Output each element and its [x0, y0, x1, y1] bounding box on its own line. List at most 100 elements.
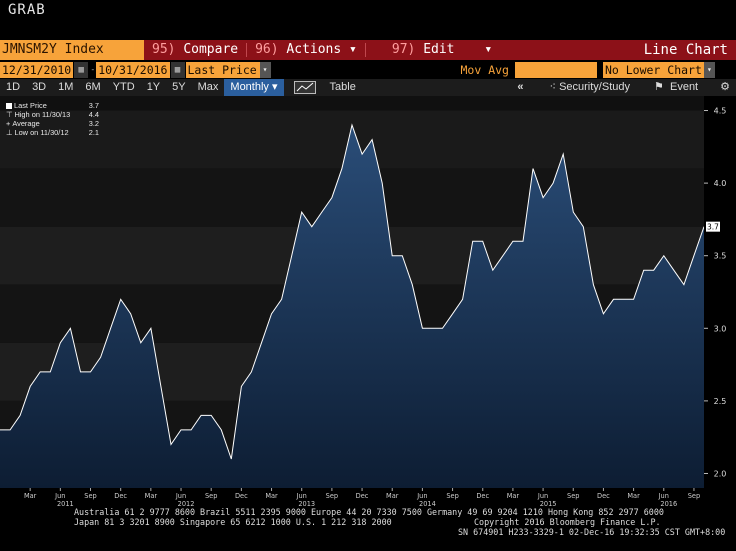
- price-chart[interactable]: 2.0 2.5 3.0 3.5 4.0 4.5 3.7 Mar Jun Sep Dec Mar Jun S…: [0, 96, 736, 508]
- high-marker-icon: ⊤: [6, 110, 13, 119]
- period-button-6m[interactable]: 6M: [79, 79, 106, 96]
- caret-down-icon: ▾: [349, 42, 357, 57]
- price-field-select[interactable]: Last Price: [185, 61, 260, 78]
- x-tick-label: Sep: [205, 492, 217, 500]
- command-toolbar: JMNSM2Y Index 95) Compare 96) Actions ▾ …: [0, 40, 736, 60]
- frequency-select[interactable]: Monthly ▾: [224, 79, 284, 96]
- x-tick-label: Mar: [24, 492, 37, 500]
- gear-icon[interactable]: ⚙: [714, 79, 736, 96]
- compare-label: Compare: [183, 42, 239, 57]
- period-button-max[interactable]: Max: [192, 79, 225, 96]
- x-tick-label: Dec: [235, 492, 248, 500]
- x-tick-label: Sep: [446, 492, 458, 500]
- app-title: GRAB: [8, 2, 46, 18]
- calendar-icon[interactable]: ▦: [170, 61, 185, 78]
- caret-down-icon: ▾: [272, 81, 278, 93]
- legend-low-label: Low on 11/30/12: [14, 128, 69, 137]
- chart-legend: Last Price 3.7 ⊤ High on 11/30/13 4.4 + Aver…: [6, 101, 99, 141]
- period-button-ytd[interactable]: YTD: [107, 79, 141, 96]
- period-button-1m[interactable]: 1M: [52, 79, 79, 96]
- x-tick-label: Mar: [265, 492, 278, 500]
- average-marker-icon: +: [6, 119, 11, 128]
- period-bar: 1D 3D 1M 6M YTD 1Y 5Y Max Monthly ▾ Table « ⁖ S…: [0, 79, 736, 96]
- compare-button[interactable]: 95) Compare: [144, 40, 246, 60]
- x-tick-label: Sep: [688, 492, 700, 500]
- caret-down-icon: ▾: [484, 42, 493, 57]
- table-button[interactable]: Table: [324, 79, 362, 96]
- actions-button[interactable]: 96) Actions ▾: [247, 40, 365, 60]
- end-date-field[interactable]: 10/31/2016: [96, 61, 170, 78]
- back-icon[interactable]: «: [497, 79, 543, 96]
- dots-icon: ⁖: [549, 81, 556, 93]
- edit-label: Edit: [423, 42, 455, 57]
- start-date-field[interactable]: 12/31/2010: [0, 61, 74, 78]
- mov-avg-input[interactable]: [514, 61, 597, 78]
- line-chart-icon[interactable]: [293, 81, 316, 94]
- x-tick-label: Mar: [386, 492, 399, 500]
- x-tick-label: Sep: [84, 492, 96, 500]
- mov-avg-label[interactable]: Mov Avg: [461, 63, 509, 77]
- frequency-label: Monthly: [230, 81, 269, 93]
- x-tick-label: Dec: [114, 492, 127, 500]
- y-tick-label: 4.0: [714, 179, 727, 188]
- y-tick-label: 3.0: [714, 324, 727, 333]
- compare-num: 95): [152, 42, 176, 57]
- security-study-label: Security/Study: [559, 81, 630, 93]
- actions-label: Actions: [286, 42, 342, 57]
- legend-last-value: 3.7: [88, 101, 99, 110]
- x-tick-label: Jun: [175, 492, 186, 500]
- footer-contacts-line-2: Japan 81 3 3201 8900 Singapore 65 6212 1…: [74, 517, 392, 527]
- period-button-3d[interactable]: 3D: [26, 79, 52, 96]
- flag-icon: ⚑: [653, 81, 664, 93]
- calendar-icon[interactable]: ▦: [74, 61, 89, 78]
- actions-num: 96): [255, 42, 279, 57]
- security-study-button[interactable]: ⁖ Security/Study: [544, 79, 636, 96]
- footer-contacts-line: Australia 61 2 9777 8600 Brazil 5511 239…: [74, 507, 664, 517]
- x-tick-label: Mar: [145, 492, 158, 500]
- y-axis-panel: [704, 96, 736, 508]
- legend-avg-label: Average: [12, 119, 40, 128]
- last-value-label: 3.7: [707, 223, 719, 232]
- x-tick-label: Mar: [507, 492, 520, 500]
- view-title: Line Chart: [643, 42, 728, 58]
- x-tick-label: Mar: [627, 492, 640, 500]
- x-tick-label: Sep: [567, 492, 579, 500]
- y-tick-label: 2.5: [714, 397, 727, 406]
- grid-band: [0, 96, 704, 111]
- x-tick-label: Jun: [658, 492, 669, 500]
- footer-copyright: Copyright 2016 Bloomberg Finance L.P.: [474, 517, 661, 527]
- event-label: Event: [669, 81, 699, 93]
- x-tick-label: Dec: [476, 492, 489, 500]
- low-marker-icon: ⊥: [6, 128, 13, 137]
- edit-num: 97): [391, 42, 416, 57]
- footer-session-info: SN 674901 H233-3329-1 02-Dec-16 19:32:35…: [458, 527, 726, 537]
- x-tick-label: Jun: [296, 492, 307, 500]
- y-tick-label: 2.0: [714, 469, 727, 478]
- x-tick-label: Jun: [537, 492, 548, 500]
- event-button[interactable]: ⚑ Event: [648, 79, 704, 96]
- edit-button[interactable]: 97) Edit ▾: [366, 40, 500, 60]
- legend-low-value: 2.1: [88, 128, 99, 137]
- period-button-1d[interactable]: 1D: [0, 79, 26, 96]
- date-bar: 12/31/2010 ▦ - 10/31/2016 ▦ Last Price ▾…: [0, 61, 736, 78]
- x-tick-label: Dec: [597, 492, 610, 500]
- x-tick-label: Dec: [356, 492, 369, 500]
- legend-last-label: Last Price: [14, 101, 47, 110]
- x-tick-label: Sep: [326, 492, 338, 500]
- period-button-5y[interactable]: 5Y: [166, 79, 191, 96]
- legend-high-value: 4.4: [88, 110, 99, 119]
- period-button-1y[interactable]: 1Y: [141, 79, 166, 96]
- ticker-field[interactable]: JMNSM2Y Index: [0, 40, 144, 60]
- dropdown-arrow-icon[interactable]: ▾: [703, 61, 715, 78]
- x-year-label: 2011: [57, 500, 74, 508]
- period-buttons: 1D 3D 1M 6M YTD 1Y 5Y Max: [0, 79, 224, 96]
- x-tick-label: Jun: [54, 492, 65, 500]
- lower-chart-select[interactable]: No Lower Chart: [602, 61, 704, 78]
- dropdown-arrow-icon[interactable]: ▾: [259, 61, 271, 78]
- last-price-swatch-icon: [6, 102, 12, 109]
- legend-avg-value: 3.2: [88, 119, 99, 128]
- legend-high-label: High on 11/30/13: [14, 110, 71, 119]
- y-tick-label: 4.5: [714, 107, 727, 116]
- dash-icon: -: [89, 61, 97, 78]
- x-tick-label: Jun: [416, 492, 427, 500]
